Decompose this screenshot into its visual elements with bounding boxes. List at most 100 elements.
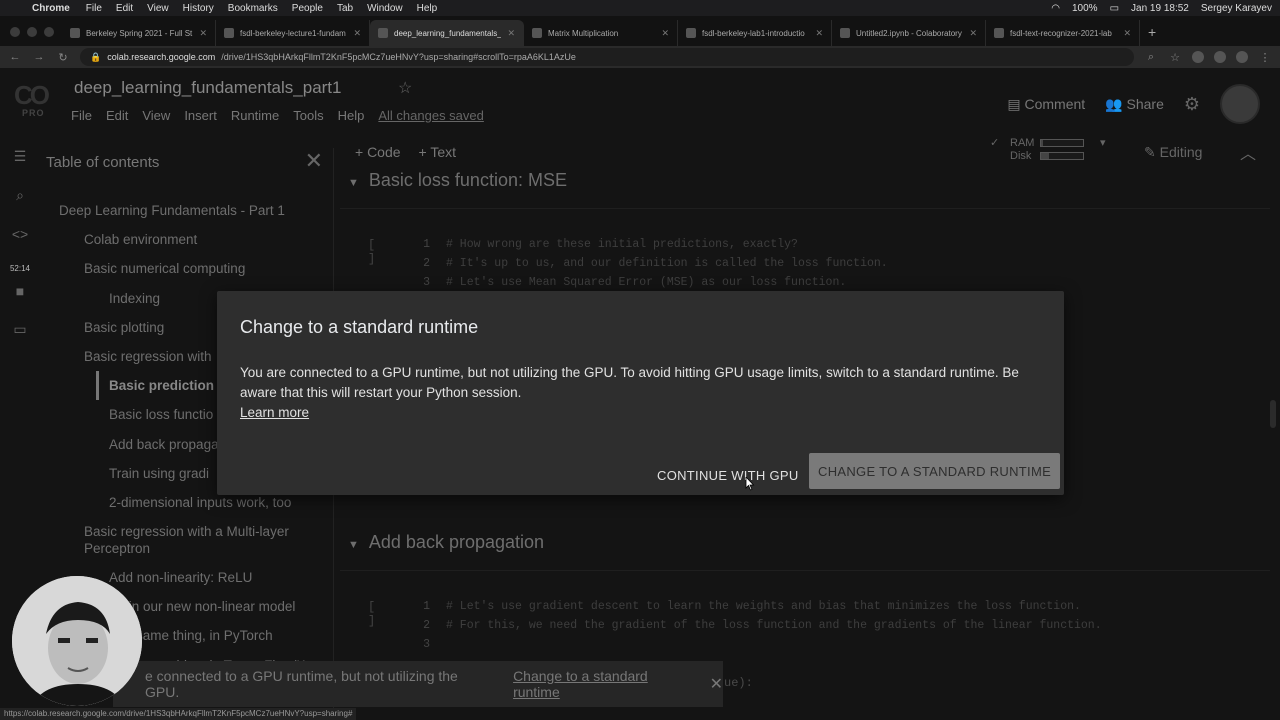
toc-item[interactable]: Colab environment xyxy=(40,225,333,254)
menu-tools[interactable]: Tools xyxy=(293,108,323,123)
menu-insert[interactable]: Insert xyxy=(184,108,217,123)
favicon-icon xyxy=(686,28,696,38)
menu-edit[interactable]: Edit xyxy=(116,3,133,14)
forward-icon[interactable]: → xyxy=(32,51,46,63)
menu-tab[interactable]: Tab xyxy=(337,3,353,14)
url-bar[interactable]: 🔒 colab.research.google.com/drive/1HS3qb… xyxy=(80,48,1134,66)
menu-edit[interactable]: Edit xyxy=(106,108,128,123)
close-window-icon[interactable] xyxy=(10,27,20,37)
tab-title: fsdl-berkeley-lab1-introductio xyxy=(702,28,805,38)
section-title: Add back propagation xyxy=(368,532,545,552)
browser-tab[interactable]: fsdl-berkeley-lab1-introductio ✕ xyxy=(678,20,832,46)
menu-people[interactable]: People xyxy=(292,3,323,14)
menu-file[interactable]: File xyxy=(86,3,102,14)
lock-icon[interactable]: 🔒 xyxy=(90,52,101,63)
close-tab-icon[interactable]: ✕ xyxy=(353,28,361,39)
extension-icon[interactable] xyxy=(1192,51,1204,63)
menu-view[interactable]: View xyxy=(142,108,170,123)
toc-item[interactable]: Deep Learning Fundamentals - Part 1 xyxy=(40,196,333,225)
snackbar-change-link[interactable]: Change to a standard runtime xyxy=(513,668,694,700)
notebook-title[interactable]: deep_learning_fundamentals_part1 xyxy=(74,78,341,98)
close-tab-icon[interactable]: ✕ xyxy=(199,28,207,39)
chevron-down-icon[interactable]: ▾ xyxy=(1100,136,1106,149)
reload-icon[interactable]: ↻ xyxy=(56,51,70,64)
share-button[interactable]: 👥 Share xyxy=(1105,96,1164,113)
user-name[interactable]: Sergey Karayev xyxy=(1201,3,1272,14)
clock[interactable]: Jan 19 18:52 xyxy=(1131,3,1189,14)
save-status[interactable]: All changes saved xyxy=(378,108,484,123)
close-tab-icon[interactable]: ✕ xyxy=(661,28,669,39)
menu-help[interactable]: Help xyxy=(338,108,365,123)
code-snippets-icon[interactable]: <> xyxy=(0,226,40,242)
wifi-icon[interactable]: ◠ xyxy=(1051,3,1060,14)
run-cell-button[interactable]: [ ] xyxy=(368,600,375,628)
menu-window[interactable]: Window xyxy=(367,3,403,14)
recording-timer: 52:14 xyxy=(9,264,31,273)
browser-tab[interactable]: fsdl-berkeley-lecture1-fundam ✕ xyxy=(216,20,370,46)
run-cell-button[interactable]: [ ] xyxy=(368,238,375,266)
header-actions: ▤ Comment 👥 Share ⚙ xyxy=(1007,84,1260,124)
star-icon[interactable]: ☆ xyxy=(398,78,412,98)
close-tab-icon[interactable]: ✕ xyxy=(507,28,515,39)
comment-icon: ▤ xyxy=(1007,95,1025,112)
app-menu-chrome[interactable]: Chrome xyxy=(32,3,70,14)
close-tab-icon[interactable]: ✕ xyxy=(969,28,977,39)
terminal-icon[interactable]: ▭ xyxy=(0,321,40,338)
menu-view[interactable]: View xyxy=(147,3,169,14)
gear-icon[interactable]: ⚙ xyxy=(1184,94,1200,115)
learn-more-link[interactable]: Learn more xyxy=(240,405,309,420)
scrollbar[interactable] xyxy=(1270,400,1276,428)
browser-tab[interactable]: fsdl-text-recognizer-2021-lab ✕ xyxy=(986,20,1140,46)
toc-icon[interactable]: ☰ xyxy=(0,148,40,165)
back-icon[interactable]: ← xyxy=(8,51,22,63)
new-tab-button[interactable]: + xyxy=(1140,24,1164,46)
minimize-window-icon[interactable] xyxy=(27,27,37,37)
collapse-triangle-icon[interactable]: ▼ xyxy=(348,539,359,551)
menu-history[interactable]: History xyxy=(183,3,214,14)
webcam-overlay xyxy=(12,576,142,706)
browser-tab[interactable]: Berkeley Spring 2021 - Full St ✕ xyxy=(62,20,216,46)
tab-title: fsdl-text-recognizer-2021-lab xyxy=(1010,28,1112,38)
menu-file[interactable]: File xyxy=(71,108,92,123)
close-icon[interactable]: ✕ xyxy=(305,148,323,174)
avatar[interactable] xyxy=(1220,84,1260,124)
window-controls xyxy=(10,27,54,37)
code-line: # Let's use gradient descent to learn th… xyxy=(446,600,1081,613)
zoom-icon[interactable]: ⌕ xyxy=(1144,51,1158,64)
menu-help[interactable]: Help xyxy=(417,3,438,14)
maximize-window-icon[interactable] xyxy=(44,27,54,37)
comment-label: Comment xyxy=(1024,95,1086,112)
files-icon[interactable]: ■ xyxy=(0,283,40,299)
divider xyxy=(340,208,1270,209)
close-icon[interactable]: ✕ xyxy=(710,674,723,694)
apple-icon[interactable] xyxy=(8,3,18,13)
colab-logo[interactable]: CO PRO xyxy=(14,80,58,120)
favicon-icon xyxy=(994,28,1004,38)
tab-title: Berkeley Spring 2021 - Full St xyxy=(86,28,193,38)
change-to-standard-runtime-button[interactable]: CHANGE TO A STANDARD RUNTIME xyxy=(809,453,1061,489)
close-tab-icon[interactable]: ✕ xyxy=(815,28,823,39)
browser-tab-active[interactable]: deep_learning_fundamentals_p ✕ xyxy=(370,20,524,46)
collapse-triangle-icon[interactable]: ▼ xyxy=(348,177,359,189)
ram-bar xyxy=(1040,138,1084,147)
comment-button[interactable]: ▤ Comment xyxy=(1007,96,1085,113)
section-header[interactable]: ▼ Add back propagation xyxy=(348,532,544,553)
link-status-bar: https://colab.research.google.com/drive/… xyxy=(0,708,357,720)
browser-tab[interactable]: Matrix Multiplication ✕ xyxy=(524,20,678,46)
extension-icon[interactable] xyxy=(1214,51,1226,63)
browser-tab[interactable]: Untitled2.ipynb - Colaboratory ✕ xyxy=(832,20,986,46)
toc-item[interactable]: Basic regression with a Multi-layer Perc… xyxy=(40,517,333,563)
browser-menu-icon[interactable]: ⋮ xyxy=(1258,51,1272,64)
menu-bookmarks[interactable]: Bookmarks xyxy=(228,3,278,14)
menu-runtime[interactable]: Runtime xyxy=(231,108,279,123)
continue-with-gpu-button[interactable]: CONTINUE WITH GPU xyxy=(649,457,807,493)
battery-icon[interactable]: ▭ xyxy=(1110,3,1119,14)
toc-item[interactable]: Basic numerical computing xyxy=(40,254,333,283)
profile-icon[interactable] xyxy=(1236,51,1248,63)
section-header[interactable]: ▼ Basic loss function: MSE xyxy=(348,170,567,191)
close-tab-icon[interactable]: ✕ xyxy=(1123,28,1131,39)
checkmark-icon: ✓ xyxy=(990,137,1000,149)
bookmark-star-icon[interactable]: ☆ xyxy=(1168,51,1182,64)
search-icon[interactable]: ⌕ xyxy=(0,187,40,204)
ram-label: RAM xyxy=(1010,136,1035,149)
